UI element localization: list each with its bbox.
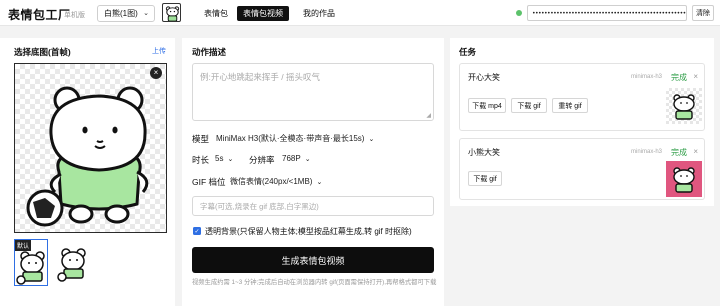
chevron-down-icon: ⌄ xyxy=(304,155,311,163)
bear-icon xyxy=(165,6,180,21)
task-preview-thumbnail[interactable] xyxy=(666,161,702,197)
api-key-input[interactable]: ••••••••••••••••••••••••••••••••••••••••… xyxy=(527,5,687,21)
task-name: 开心大笑 xyxy=(468,73,500,82)
upload-link[interactable]: 上传 xyxy=(152,46,166,56)
task-model: minimax-h3 xyxy=(630,149,662,155)
resolution-label: 分辨率 xyxy=(249,155,275,165)
close-icon[interactable]: × xyxy=(693,147,698,156)
model-select[interactable]: MiniMax H3(默认·全模态·带声音·最长15s) ⌄ xyxy=(216,133,374,144)
app-title: 表情包工厂 xyxy=(8,8,71,22)
tab-stickers[interactable]: 表情包 xyxy=(198,6,234,21)
download-gif-button[interactable]: 下载 gif xyxy=(511,98,547,113)
caption-input[interactable]: 字幕(可选,烧录在 gif 底部,白字黑边) xyxy=(192,196,434,216)
default-badge: 默认 xyxy=(15,240,32,251)
close-icon[interactable]: × xyxy=(150,67,162,79)
gif-tier-select[interactable]: 微信表情(240px/<1MB) ⌄ xyxy=(230,176,322,187)
base-image-thumbnail-default[interactable]: 默认 xyxy=(14,239,48,286)
action-description-label: 动作描述 xyxy=(192,47,227,57)
video-form-panel: 动作描述 例:开心地跳起来挥手 / 摇头叹气 ◢ 模型 MiniMax H3(默… xyxy=(182,38,444,306)
gif-tier-label: GIF 档位 xyxy=(192,177,226,187)
chevron-down-icon: ⌄ xyxy=(316,178,323,186)
base-image-preview: × xyxy=(14,63,167,233)
action-description-placeholder: 例:开心地跳起来挥手 / 摇头叹气 xyxy=(200,72,320,82)
transparent-background-checkbox[interactable]: ✓ xyxy=(193,227,201,235)
resize-handle-icon[interactable]: ◢ xyxy=(426,112,431,119)
task-name: 小熊大笑 xyxy=(468,148,500,157)
bear-icon xyxy=(673,167,695,193)
tab-my-works[interactable]: 我的作品 xyxy=(297,6,341,21)
character-select-value: 白熊(1图) xyxy=(104,9,138,18)
generation-hint: 视频生成约需 1~3 分钟;完成后自动在浏览器内转 gif(页面需保持打开),再… xyxy=(192,279,437,286)
base-image-panel: 选择底图(首帧) 上传 × 默认 xyxy=(0,38,175,306)
base-image-thumbnail-2[interactable] xyxy=(56,239,90,286)
tasks-title: 任务 xyxy=(459,47,477,57)
task-status: 完成 xyxy=(671,73,687,82)
task-card: 开心大笑 minimax-h3 完成 × 下载 mp4 下载 gif 重转 gi… xyxy=(459,63,705,131)
top-bar: 表情包工厂 单机版 白熊(1图) ⌄ 表情包 表情包视频 我的作品 ••••••… xyxy=(0,0,720,26)
bear-illustration xyxy=(26,86,149,227)
task-status: 完成 xyxy=(671,148,687,157)
chevron-down-icon: ⌄ xyxy=(143,10,149,17)
resolution-select-value: 768P xyxy=(282,154,301,163)
action-description-input[interactable]: 例:开心地跳起来挥手 / 摇头叹气 ◢ xyxy=(192,63,434,121)
close-icon[interactable]: × xyxy=(693,72,698,81)
duration-select[interactable]: 5s ⌄ xyxy=(215,154,233,163)
task-model: minimax-h3 xyxy=(630,74,662,80)
chevron-down-icon: ⌄ xyxy=(227,155,234,163)
transparent-background-label[interactable]: 透明背景(只保留人物主体;模型按品红幕生成,转 gif 时抠除) xyxy=(205,226,412,237)
tab-sticker-video[interactable]: 表情包视频 xyxy=(237,6,289,21)
reconvert-gif-button[interactable]: 重转 gif xyxy=(552,98,588,113)
task-preview-thumbnail[interactable] xyxy=(666,88,702,124)
resolution-select[interactable]: 768P ⌄ xyxy=(282,154,311,163)
bear-icon xyxy=(673,94,695,120)
download-gif-button[interactable]: 下载 gif xyxy=(468,171,502,186)
duration-select-value: 5s xyxy=(215,154,224,163)
bear-thumbnail-icon xyxy=(57,248,86,282)
model-select-value: MiniMax H3(默认·全模态·带声音·最长15s) xyxy=(216,134,365,143)
character-thumbnail[interactable] xyxy=(162,3,181,22)
connection-status-indicator xyxy=(516,10,522,16)
tasks-panel: 任务 开心大笑 minimax-h3 完成 × 下载 mp4 下载 gif 重转… xyxy=(450,38,714,206)
gif-tier-select-value: 微信表情(240px/<1MB) xyxy=(230,177,313,186)
base-image-title: 选择底图(首帧) xyxy=(14,47,71,57)
character-select[interactable]: 白熊(1图) ⌄ xyxy=(97,5,155,22)
generate-video-button[interactable]: 生成表情包视频 xyxy=(192,247,434,273)
task-card: 小熊大笑 minimax-h3 完成 × 下载 gif xyxy=(459,138,705,200)
duration-label: 时长 xyxy=(192,155,210,165)
caption-placeholder: 字幕(可选,烧录在 gif 底部,白字黑边) xyxy=(200,201,319,211)
clear-button[interactable]: 清除 xyxy=(692,5,714,21)
model-label: 模型 xyxy=(192,134,210,144)
chevron-down-icon: ⌄ xyxy=(368,135,375,143)
download-mp4-button[interactable]: 下载 mp4 xyxy=(468,98,506,113)
app-subtitle: 单机版 xyxy=(64,12,85,19)
